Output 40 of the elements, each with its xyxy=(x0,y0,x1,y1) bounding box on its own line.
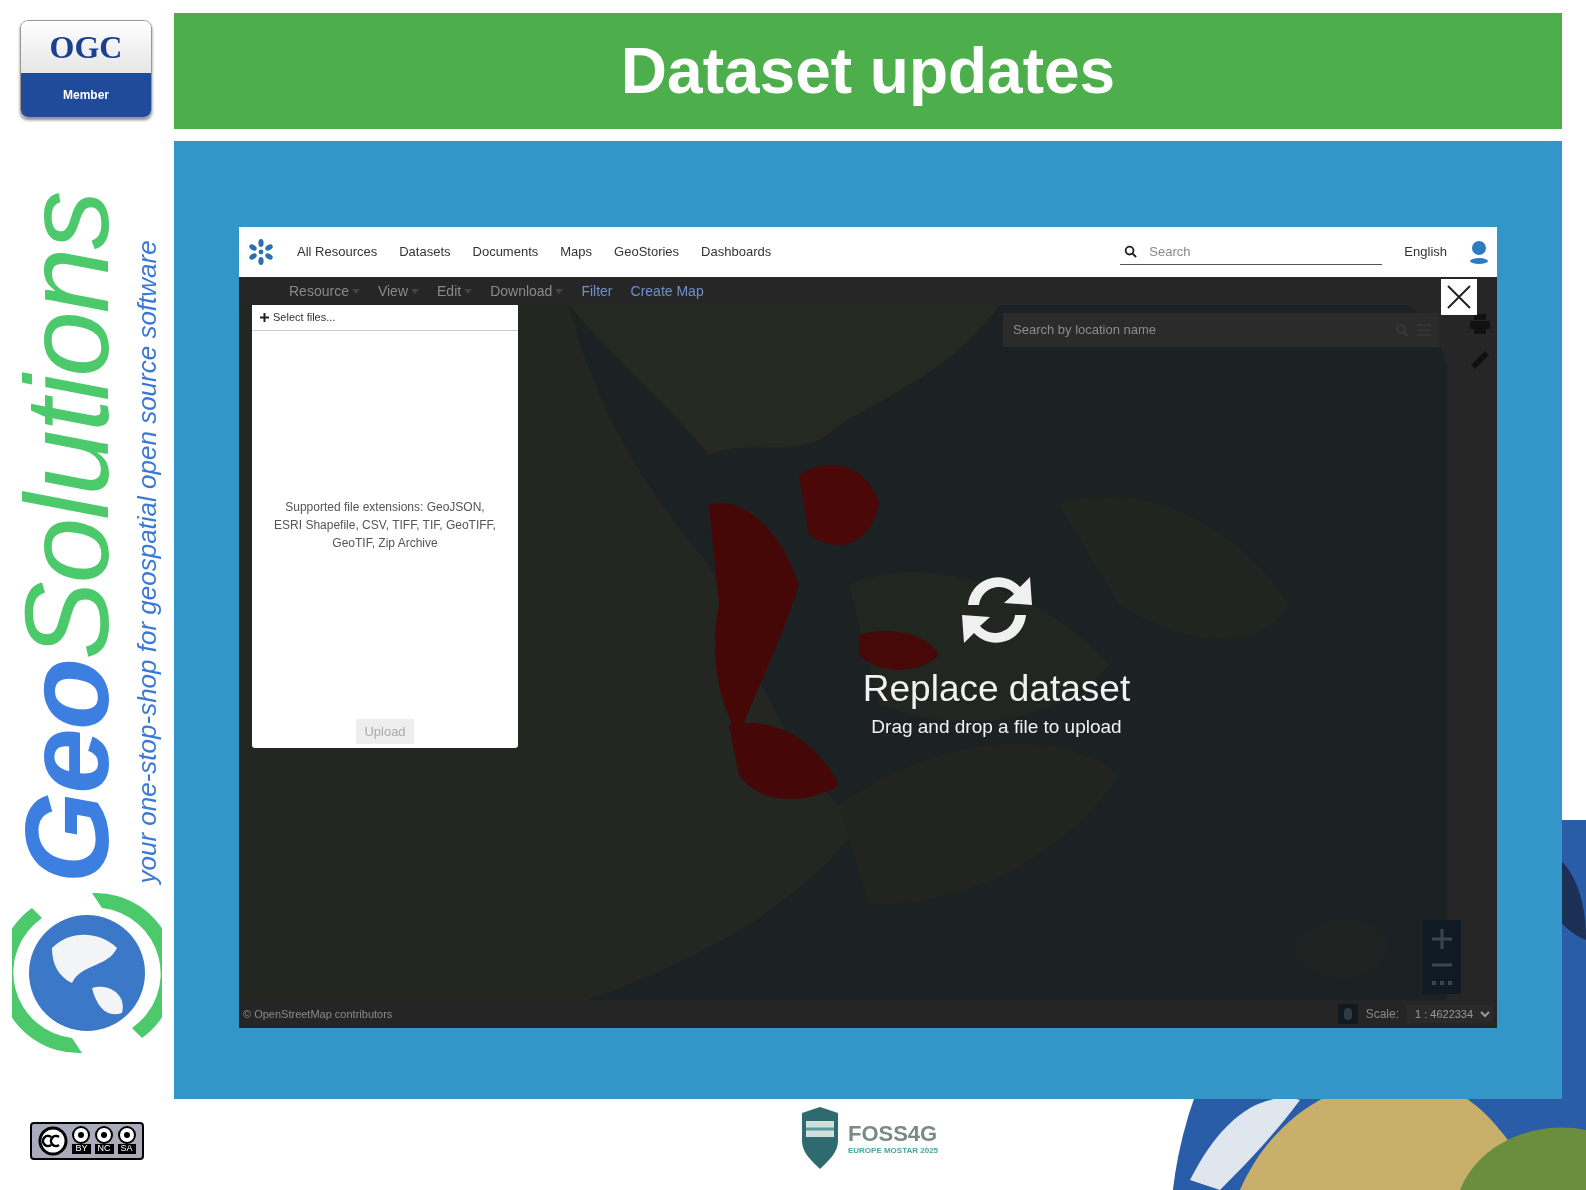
search-field[interactable]: Search xyxy=(1147,240,1379,263)
company-tagline: your one-stop-shop for geospatial open source software xyxy=(130,239,163,883)
asterisk-logo-icon xyxy=(247,238,275,266)
conference-edition: EUROPE MOSTAR 2025 xyxy=(847,1145,939,1157)
company-wordmark: GeoSolutions xyxy=(7,192,126,883)
menu-button[interactable]: View xyxy=(377,280,419,302)
nav-link[interactable]: Maps xyxy=(560,242,593,262)
nav-link[interactable]: Dashboards xyxy=(701,242,772,262)
license-term: SA xyxy=(117,1144,136,1154)
scale-select[interactable]: 1 : 4622334 xyxy=(1407,1005,1493,1023)
menu-button[interactable]: Resource xyxy=(289,280,360,302)
nav-link[interactable]: GeoStories xyxy=(614,242,680,262)
caret-icon xyxy=(464,288,473,294)
menu-button[interactable]: Edit xyxy=(437,280,473,302)
menu-button[interactable]: Download xyxy=(490,280,564,302)
license-term-icon xyxy=(117,1126,136,1144)
search-icon xyxy=(1124,245,1138,258)
license-term-icon xyxy=(95,1126,113,1144)
user-icon[interactable] xyxy=(1469,240,1489,264)
toolbar-link[interactable]: Create Map xyxy=(630,280,704,302)
nav-link[interactable]: Documents xyxy=(472,242,539,262)
conference-name: FOSS4G xyxy=(847,1123,939,1145)
caret-icon xyxy=(411,288,419,294)
caret-icon xyxy=(555,288,564,294)
slide-title: Dataset updates xyxy=(620,33,1116,109)
toolbar-link[interactable]: Filter xyxy=(581,280,613,302)
nav-link[interactable]: Datasets xyxy=(399,242,451,262)
caret-icon xyxy=(351,288,360,294)
license-term-icon xyxy=(72,1126,91,1144)
license-term: NC xyxy=(94,1144,114,1154)
language-selector[interactable]: English xyxy=(1404,242,1447,262)
logo-text: OGC xyxy=(49,31,123,63)
mouse-icon[interactable] xyxy=(1337,1004,1358,1024)
creative-commons-icon xyxy=(38,1126,69,1156)
nav-link[interactable]: All Resources xyxy=(297,242,378,262)
scale-label: Scale: xyxy=(1365,1006,1399,1023)
map-attribution: © OpenStreetMap contributors xyxy=(243,1006,393,1022)
badge-label: Member xyxy=(63,87,109,104)
license-term: BY xyxy=(72,1144,91,1154)
close-button[interactable] xyxy=(1441,279,1477,315)
